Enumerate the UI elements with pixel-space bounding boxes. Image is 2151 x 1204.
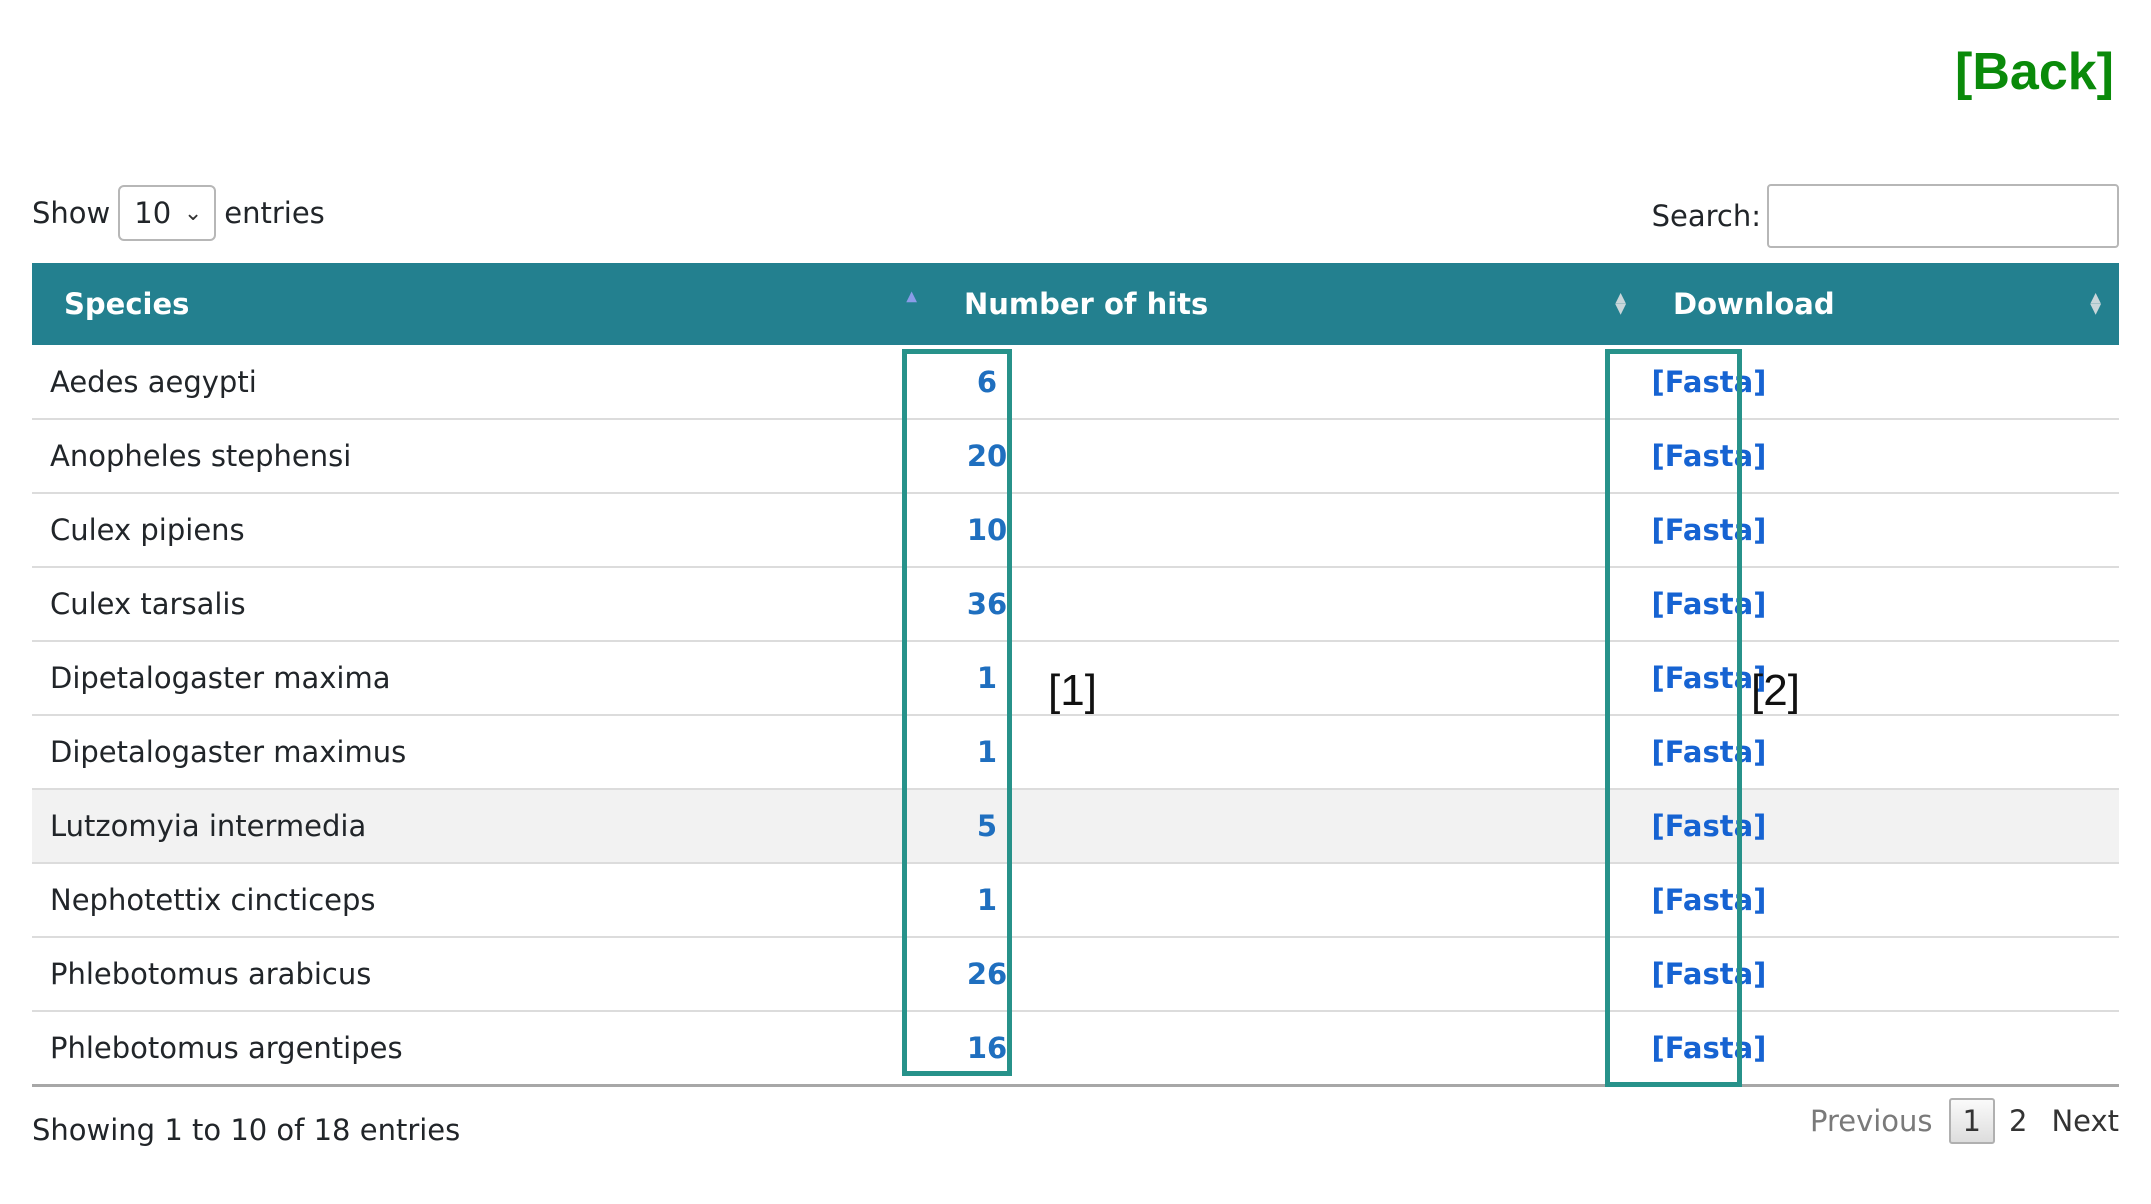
column-header-download[interactable]: Download ▲ ▼: [1644, 263, 2119, 345]
show-label: Show: [32, 196, 111, 230]
column-header-label: Download: [1673, 287, 1835, 321]
pagination-page-1[interactable]: 1: [1948, 1098, 1995, 1144]
highlight-box-hits-column: [902, 349, 1012, 1076]
pagination-page-2[interactable]: 2: [2009, 1104, 2027, 1138]
table-header-row: Species ▲ Number of hits ▲ ▼ Download ▲ ▼: [32, 263, 2119, 345]
table-row: Aedes aegypti 6 [Fasta]: [32, 345, 2119, 419]
sort-both-icon: ▲ ▼: [2090, 290, 2101, 317]
species-cell: Culex pipiens: [50, 513, 245, 547]
column-header-label: Species: [64, 287, 190, 321]
table-row: Phlebotomus argentipes 16 [Fasta]: [32, 1011, 2119, 1085]
column-header-hits[interactable]: Number of hits ▲ ▼: [935, 263, 1644, 345]
table-row: Lutzomyia intermedia 5 [Fasta]: [32, 789, 2119, 863]
search-label: Search:: [1651, 199, 1761, 233]
sort-ascending-icon: ▲: [906, 288, 917, 305]
table-controls: Show 10 ⌄ entries Search:: [32, 183, 2119, 253]
search-input[interactable]: [1767, 184, 2119, 248]
table-row: Culex tarsalis 36 [Fasta]: [32, 567, 2119, 641]
sort-both-icon: ▲ ▼: [1615, 290, 1626, 317]
annotation-marker-1: [1]: [1048, 666, 1097, 715]
pagination: Previous 1 2 Next: [1796, 1094, 2119, 1148]
species-cell: Anopheles stephensi: [50, 439, 352, 473]
species-cell: Dipetalogaster maxima: [50, 661, 391, 695]
species-cell: Aedes aegypti: [50, 364, 257, 399]
highlight-box-download-column: [1605, 349, 1742, 1087]
entries-label: entries: [224, 196, 325, 230]
page: [Back] Show 10 ⌄ entries Search: Species…: [0, 0, 2151, 1204]
column-header-species[interactable]: Species ▲: [32, 263, 935, 345]
species-cell: Culex tarsalis: [50, 587, 246, 621]
entries-length-control: Show 10 ⌄ entries: [32, 183, 325, 243]
table-row: Culex pipiens 10 [Fasta]: [32, 493, 2119, 567]
pagination-next[interactable]: Next: [2051, 1104, 2119, 1138]
back-link[interactable]: [Back]: [1955, 42, 2114, 102]
table-row: Phlebotomus arabicus 26 [Fasta]: [32, 937, 2119, 1011]
species-cell: Lutzomyia intermedia: [50, 809, 367, 843]
species-cell: Dipetalogaster maximus: [50, 735, 407, 769]
table-info: Showing 1 to 10 of 18 entries: [32, 1113, 461, 1147]
table-row: Anopheles stephensi 20 [Fasta]: [32, 419, 2119, 493]
chevron-down-icon: ⌄: [183, 200, 203, 226]
entries-select-value: 10: [134, 196, 172, 230]
annotation-marker-2: [2]: [1751, 666, 1800, 715]
column-header-label: Number of hits: [964, 287, 1209, 321]
entries-select[interactable]: 10 ⌄: [118, 185, 217, 241]
search-control: Search:: [1652, 183, 2119, 249]
species-cell: Phlebotomus argentipes: [50, 1030, 403, 1065]
pagination-previous[interactable]: Previous: [1810, 1104, 1933, 1138]
table-row: Dipetalogaster maximus 1 [Fasta]: [32, 715, 2119, 789]
species-cell: Nephotettix cincticeps: [50, 883, 376, 917]
table-row: Nephotettix cincticeps 1 [Fasta]: [32, 863, 2119, 937]
species-cell: Phlebotomus arabicus: [50, 957, 372, 991]
